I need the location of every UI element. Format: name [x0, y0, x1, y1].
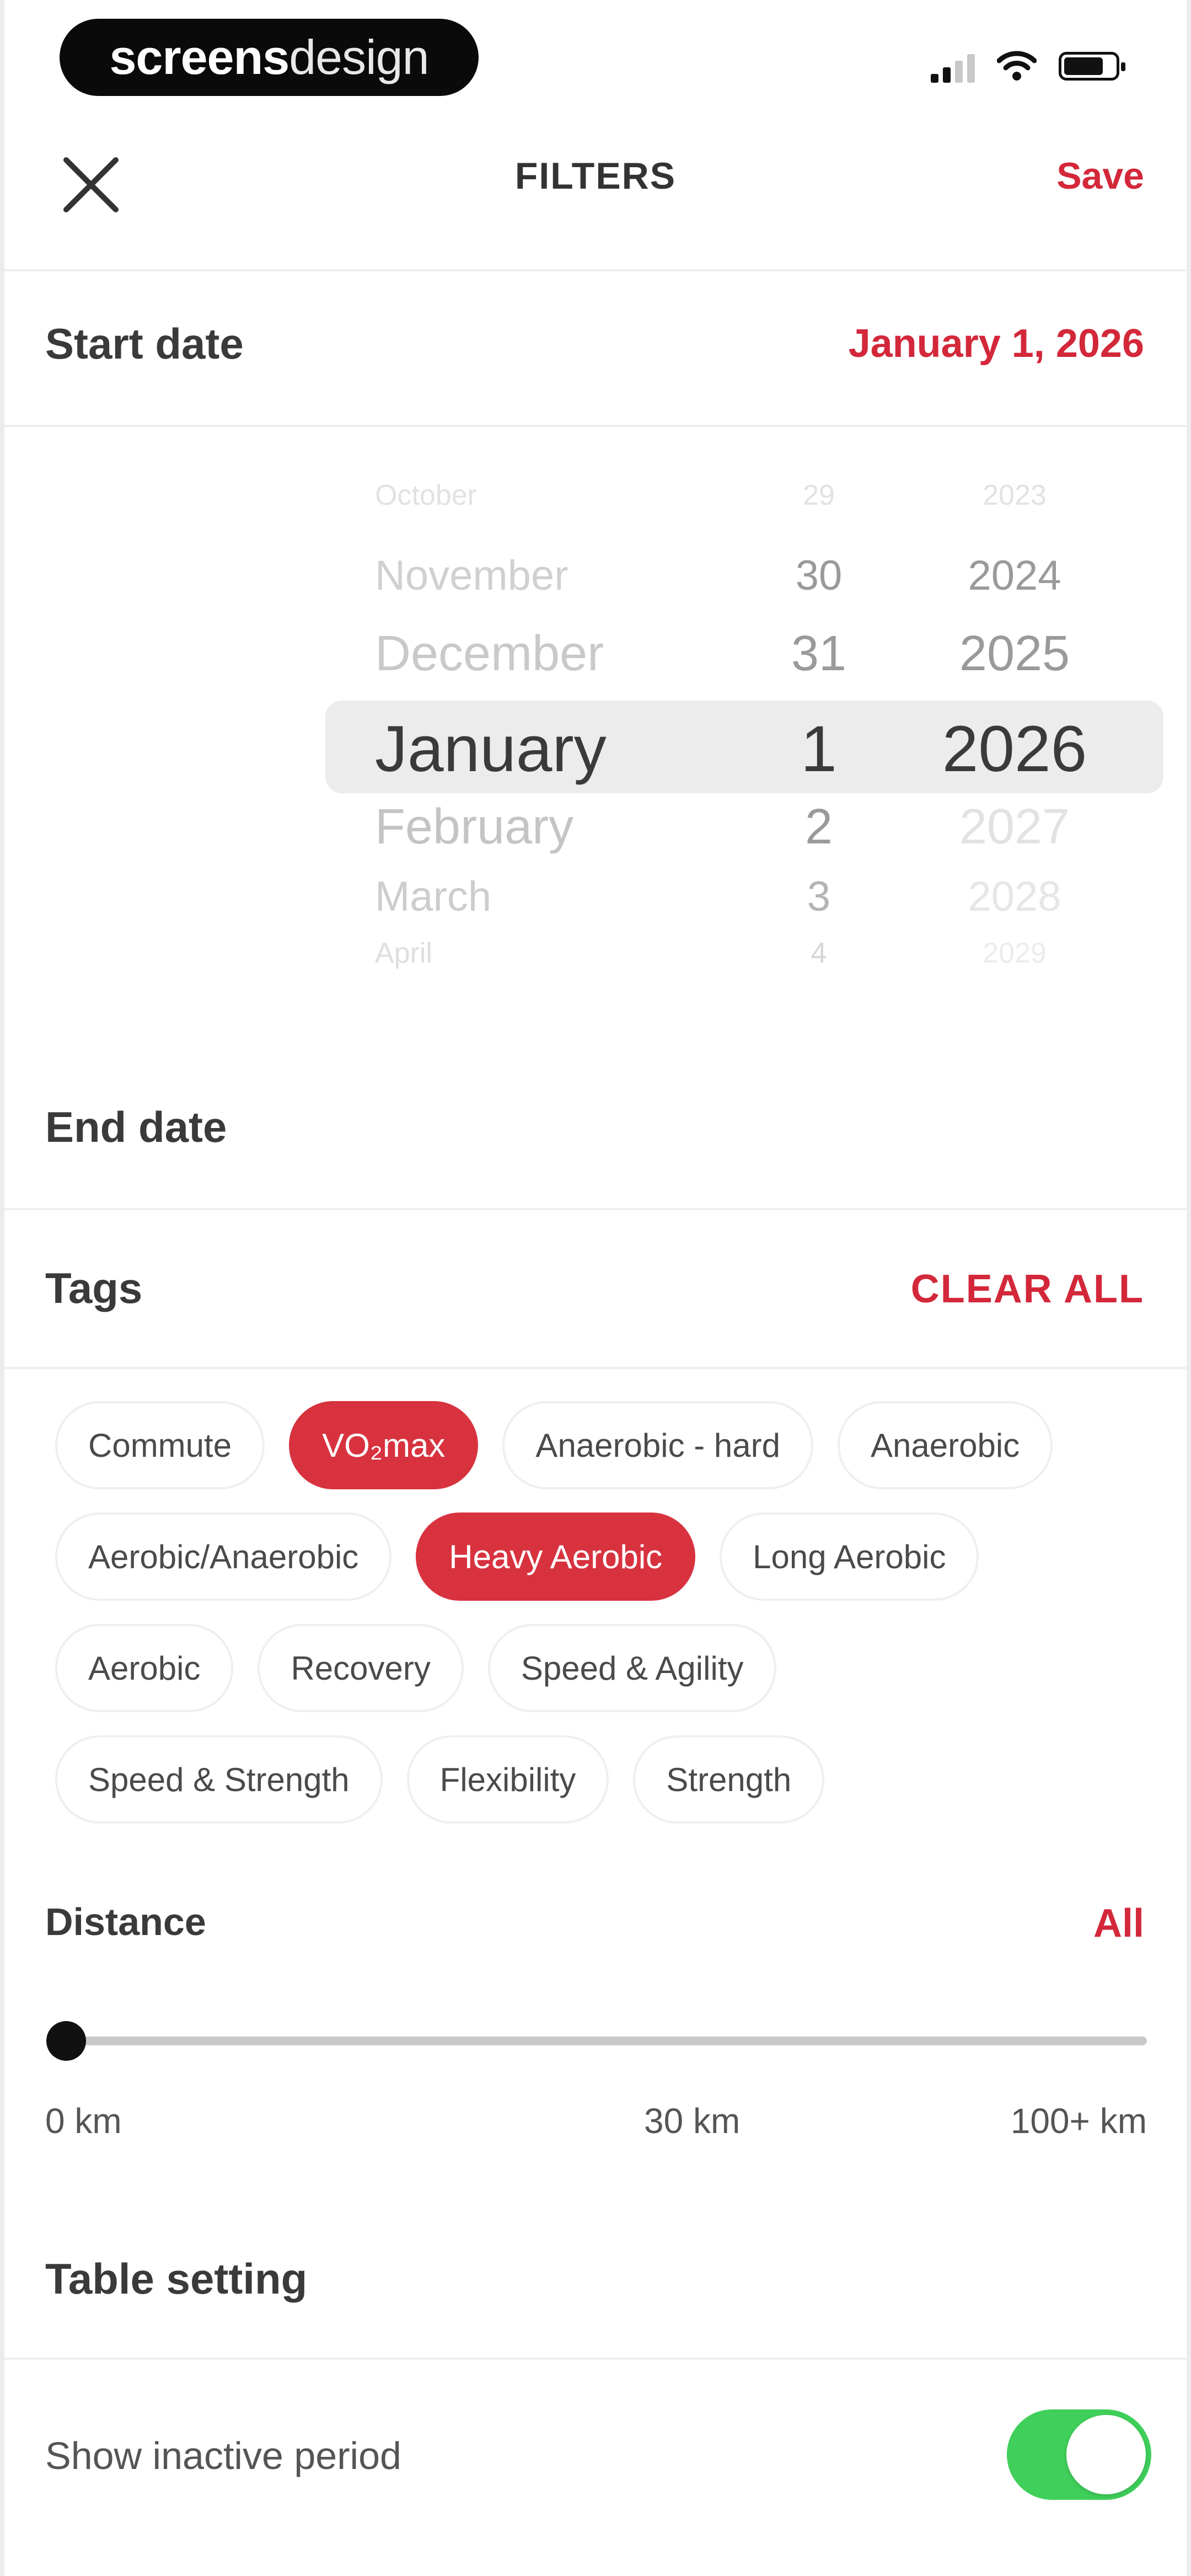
- year-option[interactable]: 2023: [983, 479, 1047, 512]
- tag-chip-heavy-aerobic[interactable]: Heavy Aerobic: [416, 1513, 696, 1601]
- table-setting-label: Table setting: [45, 2254, 308, 2303]
- tag-row: Speed & Strength Flexibility Strength: [55, 1735, 1158, 1826]
- year-option[interactable]: 2025: [959, 626, 1070, 682]
- tag-row: Aerobic/Anaerobic Heavy Aerobic Long Aer…: [55, 1513, 1158, 1604]
- year-option[interactable]: 2024: [968, 552, 1061, 600]
- month-option[interactable]: November: [375, 552, 568, 600]
- tag-chip-aerobic[interactable]: Aerobic: [55, 1624, 234, 1712]
- start-date-value[interactable]: January 1, 2026: [849, 321, 1144, 366]
- month-option[interactable]: October: [375, 479, 477, 512]
- tag-chip-vo2max[interactable]: VO₂max: [289, 1401, 479, 1489]
- save-button[interactable]: Save: [1056, 154, 1144, 197]
- date-picker[interactable]: October November December January February Ma…: [0, 474, 1191, 1004]
- tag-chip-speed-strength[interactable]: Speed & Strength: [55, 1735, 383, 1824]
- day-option[interactable]: 3: [807, 873, 830, 921]
- brand-logo-part1: screens: [109, 30, 289, 84]
- day-option[interactable]: 31: [791, 626, 846, 682]
- distance-label: Distance: [45, 1900, 206, 1943]
- start-date-label: Start date: [45, 319, 244, 368]
- distance-value: All: [1093, 1901, 1144, 1946]
- divider: [0, 1208, 1191, 1210]
- month-option[interactable]: January: [375, 712, 607, 787]
- divider: [0, 1367, 1191, 1369]
- tag-chips: Commute VO₂max Anaerobic - hard Anaerobi…: [55, 1401, 1158, 1847]
- tag-chip-flexibility[interactable]: Flexibility: [406, 1735, 609, 1824]
- day-option[interactable]: 30: [796, 552, 843, 600]
- cellular-signal-icon: [931, 50, 975, 83]
- divider: [0, 425, 1191, 427]
- tag-chip-recovery[interactable]: Recovery: [257, 1624, 464, 1712]
- tag-chip-anaerobic[interactable]: Anaerobic: [838, 1401, 1053, 1489]
- distance-mid-label: 30 km: [644, 2101, 741, 2141]
- show-inactive-period-toggle[interactable]: [1007, 2409, 1151, 2500]
- end-date-label[interactable]: End date: [45, 1102, 227, 1152]
- toggle-thumb: [1066, 2415, 1146, 2494]
- tag-chip-anaerobic-hard[interactable]: Anaerobic - hard: [502, 1401, 814, 1489]
- year-option[interactable]: 2029: [983, 937, 1047, 970]
- tag-row: Aerobic Recovery Speed & Agility: [55, 1624, 1158, 1715]
- tag-chip-commute[interactable]: Commute: [55, 1401, 265, 1489]
- status-icons: [931, 50, 1125, 83]
- month-option[interactable]: February: [375, 799, 573, 856]
- tags-label: Tags: [45, 1264, 143, 1312]
- brand-logo-part2: design: [289, 30, 429, 84]
- month-option[interactable]: December: [375, 626, 604, 682]
- filters-screen: screens design FILTERS Save Start date J…: [0, 0, 1191, 2576]
- tag-chip-long-aerobic[interactable]: Long Aerobic: [720, 1513, 979, 1601]
- tag-chip-strength[interactable]: Strength: [633, 1735, 825, 1824]
- distance-slider-handle[interactable]: [46, 2021, 86, 2061]
- tag-chip-speed-agility[interactable]: Speed & Agility: [487, 1624, 777, 1712]
- month-option[interactable]: April: [375, 937, 432, 970]
- tag-chip-aerobic-anaerobic[interactable]: Aerobic/Anaerobic: [55, 1513, 392, 1601]
- divider: [0, 269, 1191, 271]
- year-option[interactable]: 2028: [968, 873, 1061, 921]
- distance-min-label: 0 km: [45, 2101, 122, 2141]
- wifi-icon: [997, 51, 1037, 82]
- battery-icon: [1059, 52, 1125, 81]
- show-inactive-period-label: Show inactive period: [45, 2434, 401, 2477]
- nav-bar: FILTERS Save: [0, 121, 1191, 232]
- month-option[interactable]: March: [375, 873, 491, 921]
- day-option[interactable]: 4: [811, 937, 827, 970]
- day-option[interactable]: 2: [805, 799, 833, 856]
- divider: [0, 2358, 1191, 2360]
- distance-max-label: 100+ km: [1010, 2101, 1147, 2141]
- page-title: FILTERS: [514, 155, 677, 197]
- day-option[interactable]: 29: [803, 479, 835, 512]
- distance-slider-track[interactable]: [66, 2037, 1147, 2045]
- tag-row: Commute VO₂max Anaerobic - hard Anaerobi…: [55, 1401, 1158, 1492]
- brand-logo: screens design: [60, 19, 479, 96]
- year-option[interactable]: 2027: [959, 799, 1070, 856]
- status-bar: screens design: [0, 0, 1191, 110]
- day-option[interactable]: 1: [801, 712, 837, 787]
- year-option[interactable]: 2026: [942, 712, 1087, 787]
- clear-all-button[interactable]: CLEAR ALL: [911, 1266, 1144, 1312]
